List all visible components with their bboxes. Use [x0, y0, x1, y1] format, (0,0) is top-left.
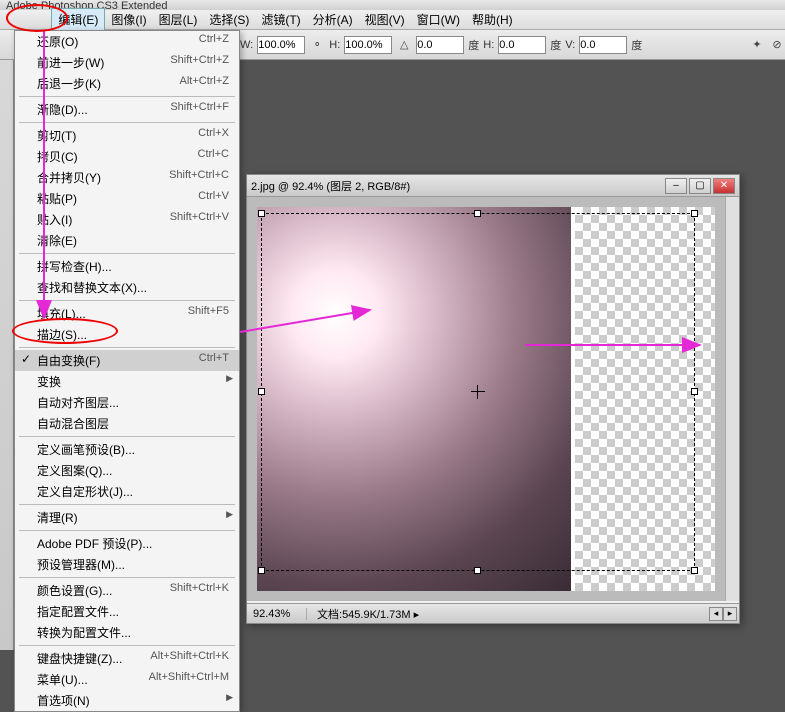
transform-handle-ne[interactable]: [691, 210, 698, 217]
menu-item[interactable]: 自动对齐图层...: [15, 392, 239, 413]
transform-handle-s[interactable]: [474, 567, 481, 574]
transform-handle-n[interactable]: [474, 210, 481, 217]
menu-item[interactable]: 粘贴(P)Ctrl+V: [15, 188, 239, 209]
menu-filter[interactable]: 滤镜(T): [255, 9, 306, 30]
menu-item[interactable]: 查找和替换文本(X)...: [15, 277, 239, 298]
menu-item[interactable]: 后退一步(K)Alt+Ctrl+Z: [15, 73, 239, 94]
opt-w-input[interactable]: [257, 36, 305, 54]
document-window: 2.jpg @ 92.4% (图层 2, RGB/8#) – ▢ ✕: [246, 174, 740, 624]
menu-view[interactable]: 视图(V): [359, 9, 411, 30]
menu-item[interactable]: 渐隐(D)...Shift+Ctrl+F: [15, 99, 239, 120]
menu-item[interactable]: 定义图案(Q)...: [15, 460, 239, 481]
document-title: 2.jpg @ 92.4% (图层 2, RGB/8#): [251, 178, 410, 194]
menu-item[interactable]: 变换: [15, 371, 239, 392]
menu-window[interactable]: 窗口(W): [411, 9, 466, 30]
menu-item[interactable]: 还原(O)Ctrl+Z: [15, 31, 239, 52]
menu-item[interactable]: 自由变换(F)Ctrl+T: [15, 350, 239, 371]
menu-item[interactable]: 首选项(N): [15, 690, 239, 711]
menu-item[interactable]: 贴入(I)Shift+Ctrl+V: [15, 209, 239, 230]
opt-h-label: H:: [329, 39, 340, 51]
menu-select[interactable]: 选择(S): [203, 9, 255, 30]
transform-handle-se[interactable]: [691, 567, 698, 574]
angle-icon: △: [396, 37, 412, 53]
document-status-bar: 92.43% 文档:545.9K/1.73M ▸ ◂ ▸: [247, 603, 739, 623]
menu-item[interactable]: 前进一步(W)Shift+Ctrl+Z: [15, 52, 239, 73]
maximize-button[interactable]: ▢: [689, 178, 711, 194]
link-icon[interactable]: ⚬: [309, 37, 325, 53]
menu-item[interactable]: 颜色设置(G)...Shift+Ctrl+K: [15, 580, 239, 601]
doc-size-info: 文档:545.9K/1.73M ▸: [307, 606, 709, 622]
opt-v-input[interactable]: [579, 36, 627, 54]
menu-item[interactable]: Adobe PDF 预设(P)...: [15, 533, 239, 554]
menu-item[interactable]: 转换为配置文件...: [15, 622, 239, 643]
menu-item[interactable]: 菜单(U)...Alt+Shift+Ctrl+M: [15, 669, 239, 690]
vertical-scrollbar[interactable]: [725, 197, 739, 601]
transform-center-icon[interactable]: [471, 385, 485, 399]
opt-angle-unit: 度: [468, 37, 479, 53]
opt-h2-input[interactable]: [498, 36, 546, 54]
transform-handle-nw[interactable]: [258, 210, 265, 217]
tool-palette[interactable]: [0, 60, 14, 650]
dropdown-arrow-icon[interactable]: ▸: [414, 609, 420, 621]
menu-edit[interactable]: 编辑(E): [51, 8, 105, 31]
menu-item[interactable]: 清除(E): [15, 230, 239, 251]
menu-item[interactable]: 剪切(T)Ctrl+X: [15, 125, 239, 146]
menu-item[interactable]: 清理(R): [15, 507, 239, 528]
transform-handle-w[interactable]: [258, 388, 265, 395]
opt-h2-label: H:: [483, 39, 494, 51]
document-titlebar[interactable]: 2.jpg @ 92.4% (图层 2, RGB/8#) – ▢ ✕: [247, 175, 739, 197]
menu-help[interactable]: 帮助(H): [466, 9, 519, 30]
transform-handle-sw[interactable]: [258, 567, 265, 574]
menu-item[interactable]: 定义自定形状(J)...: [15, 481, 239, 502]
opt-v-label: V:: [565, 39, 575, 51]
opt-w-label: W:: [240, 39, 253, 51]
transform-handle-e[interactable]: [691, 388, 698, 395]
edit-menu-dropdown: 还原(O)Ctrl+Z前进一步(W)Shift+Ctrl+Z后退一步(K)Alt…: [14, 30, 240, 712]
menu-analysis[interactable]: 分析(A): [307, 9, 359, 30]
menu-item[interactable]: 合并拷贝(Y)Shift+Ctrl+C: [15, 167, 239, 188]
menu-item[interactable]: 键盘快捷键(Z)...Alt+Shift+Ctrl+K: [15, 648, 239, 669]
menu-item[interactable]: 描边(S)...: [15, 324, 239, 345]
menu-item[interactable]: 拼写检查(H)...: [15, 256, 239, 277]
menubar: 文件(F) 编辑(E) 图像(I) 图层(L) 选择(S) 滤镜(T) 分析(A…: [0, 10, 785, 30]
document-canvas[interactable]: [247, 197, 725, 601]
warp-icon[interactable]: ✦: [749, 37, 765, 53]
menu-item[interactable]: 定义画笔预设(B)...: [15, 439, 239, 460]
menu-item[interactable]: 拷贝(C)Ctrl+C: [15, 146, 239, 167]
menu-layer[interactable]: 图层(L): [153, 9, 204, 30]
opt-h-input[interactable]: [344, 36, 392, 54]
close-button[interactable]: ✕: [713, 178, 735, 194]
opt-trail-unit2: 度: [631, 37, 642, 53]
menu-item[interactable]: 填充(L)...Shift+F5: [15, 303, 239, 324]
menu-item[interactable]: 预设管理器(M)...: [15, 554, 239, 575]
minimize-button[interactable]: –: [665, 178, 687, 194]
transform-bounding-box[interactable]: [261, 213, 695, 571]
scroll-left-button[interactable]: ◂: [709, 607, 723, 621]
opt-trail-unit: 度: [550, 37, 561, 53]
cancel-icon[interactable]: ⊘: [769, 37, 785, 53]
menu-image[interactable]: 图像(I): [105, 9, 152, 30]
menu-item[interactable]: 指定配置文件...: [15, 601, 239, 622]
menu-item[interactable]: 自动混合图层: [15, 413, 239, 434]
opt-angle-input[interactable]: [416, 36, 464, 54]
scroll-right-button[interactable]: ▸: [723, 607, 737, 621]
zoom-level[interactable]: 92.43%: [247, 608, 307, 620]
